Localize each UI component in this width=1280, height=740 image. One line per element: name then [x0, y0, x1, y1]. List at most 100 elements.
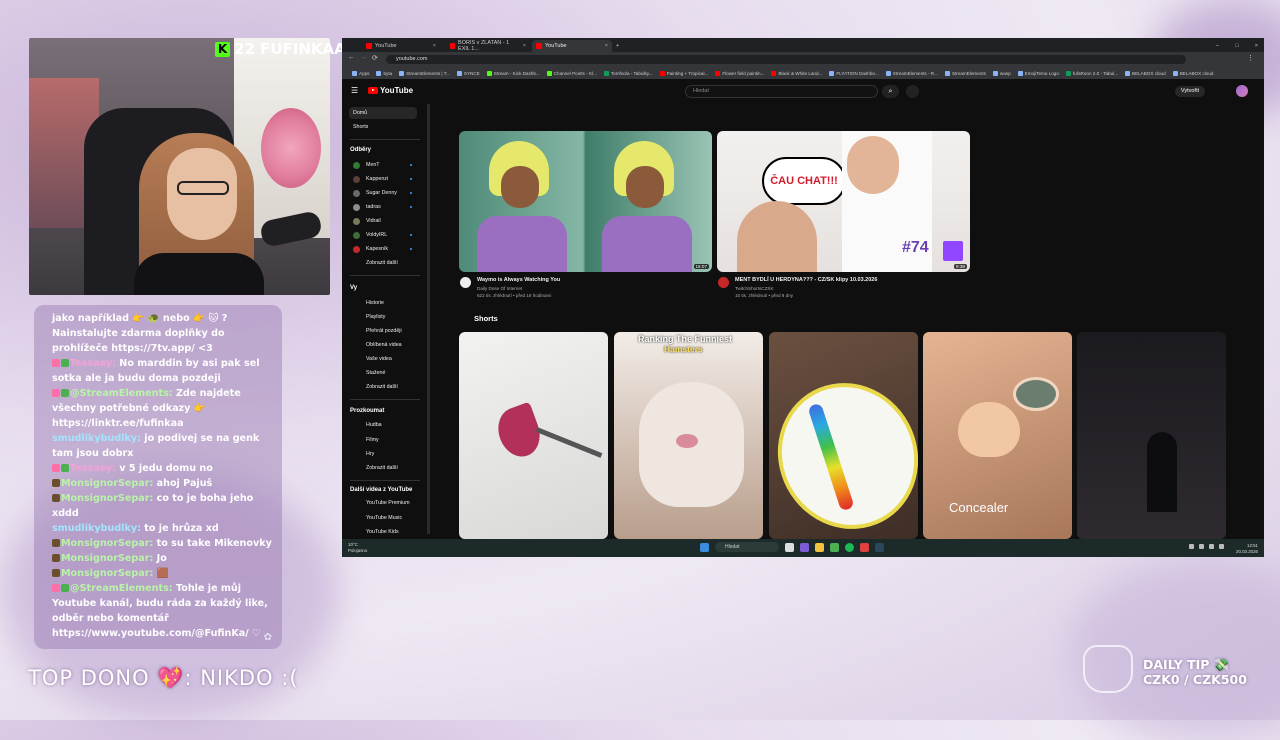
channel-avatar[interactable] — [460, 277, 471, 288]
youtube-logo[interactable]: YouTube — [368, 86, 413, 95]
chat-username[interactable]: smudlikybudlky: — [52, 523, 141, 534]
sidebar-item-subscription[interactable]: tadras — [349, 201, 417, 213]
you-header[interactable]: Vy — [350, 285, 357, 291]
taskbar-search[interactable]: Hledat — [715, 542, 779, 552]
chat-username[interactable]: MonsignorSepar: — [61, 478, 153, 489]
chat-username[interactable]: Tessaay: — [70, 463, 116, 474]
maximize-icon[interactable]: □ — [1235, 43, 1238, 49]
short-thumbnail[interactable]: Ranking The Funniest Hamsters — [614, 332, 763, 539]
tray-chevron-icon[interactable] — [1189, 544, 1194, 549]
url-input[interactable]: youtube.com — [386, 55, 1186, 64]
create-button[interactable]: Vytvořit — [1175, 86, 1205, 97]
weather-widget[interactable]: 10°C Polojasno — [348, 542, 367, 554]
bookmark[interactable]: Painting + Tropical... — [659, 70, 708, 76]
obs-icon[interactable] — [860, 542, 869, 552]
voice-search-icon[interactable] — [906, 85, 919, 98]
bookmark[interactable]: StreamElements — [944, 70, 986, 76]
close-tab-icon[interactable]: × — [605, 43, 608, 49]
chat-username[interactable]: MonsignorSepar: — [61, 568, 153, 579]
minimize-icon[interactable]: – — [1216, 43, 1219, 49]
sidebar-show-more[interactable]: Zobrazit další — [349, 462, 417, 474]
sidebar-item-subscription[interactable]: Vidrail — [349, 215, 417, 227]
bookmark[interactable]: wasp — [992, 70, 1011, 76]
windows-start-icon[interactable] — [700, 542, 709, 552]
chat-username[interactable]: @StreamElements: — [70, 583, 173, 594]
sidebar-item-downloads[interactable]: Stažené — [349, 367, 417, 379]
sidebar-item-playlists[interactable]: Playlisty — [349, 311, 417, 323]
video-thumbnail[interactable]: 15:07 — [459, 131, 712, 272]
taskbar-clock[interactable]: 12:51 20.03.2026 — [1236, 543, 1258, 555]
menu-icon[interactable]: ☰ — [351, 86, 358, 95]
bookmark[interactable]: Stream - Kick Dashb... — [486, 70, 540, 76]
sidebar-item-home[interactable]: Domů — [349, 107, 417, 119]
sidebar-item-games[interactable]: Hry — [349, 448, 417, 460]
sidebar-item-movies[interactable]: Filmy — [349, 434, 417, 446]
sidebar-item-your-videos[interactable]: Vaše videa — [349, 353, 417, 365]
sidebar-show-more[interactable]: Zobrazit další — [349, 257, 417, 269]
chat-settings-icon[interactable]: ✿ — [264, 632, 272, 643]
search-button[interactable]: ⌕ — [882, 85, 899, 98]
chat-username[interactable]: MonsignorSepar: — [61, 493, 153, 504]
task-view-icon[interactable] — [785, 542, 794, 552]
sidebar-item-music-app[interactable]: YouTube Music — [349, 512, 417, 524]
short-thumbnail[interactable] — [1077, 332, 1226, 539]
sidebar-item-subscription[interactable]: VoldyIRL — [349, 229, 417, 241]
reload-icon[interactable]: ⟳ — [372, 54, 378, 62]
video-channel[interactable]: TwitchShortsCZSK — [735, 285, 774, 292]
video-title[interactable]: MENT BYDLÍ U HERDYNA??? - CZ/SK klipy 10… — [735, 277, 877, 283]
sidebar-item-liked[interactable]: Oblíbená videa — [349, 339, 417, 351]
chat-username[interactable]: @StreamElements: — [70, 388, 173, 399]
sidebar-scrollbar[interactable] — [427, 104, 430, 534]
video-channel[interactable]: Daily Dose Of Internet — [477, 285, 522, 292]
battery-icon[interactable] — [1219, 544, 1224, 549]
bookmark[interactable]: BELABOX cloud — [1125, 70, 1166, 76]
steam-icon[interactable] — [875, 542, 884, 552]
sidebar-item-subscription[interactable]: MenT — [349, 159, 417, 171]
chat-username[interactable]: MonsignorSepar: — [61, 553, 153, 564]
bookmark[interactable]: BELABOX cloud — [1172, 70, 1213, 76]
close-tab-icon[interactable]: × — [523, 43, 526, 49]
browser-tab[interactable]: YouTube × — [362, 40, 440, 52]
new-tab-button[interactable]: + — [612, 40, 624, 52]
close-window-icon[interactable]: × — [1255, 43, 1258, 49]
bookmark[interactable]: EmojiTema Logo — [1017, 70, 1059, 76]
volume-icon[interactable] — [1209, 544, 1214, 549]
subscriptions-header[interactable]: Odběry — [350, 147, 371, 153]
file-explorer-icon[interactable] — [815, 542, 824, 552]
channel-avatar[interactable] — [718, 277, 729, 288]
bookmark[interactable]: FLYATION Dashbo... — [829, 70, 879, 76]
sidebar-item-subscription[interactable]: Kapesník — [349, 243, 417, 255]
short-thumbnail[interactable] — [769, 332, 918, 539]
browser-menu-icon[interactable]: ⋮ — [1247, 54, 1254, 62]
chat-username[interactable]: smudlikybudlky: — [52, 433, 141, 444]
bookmark[interactable]: Flower field paintin... — [715, 70, 764, 76]
bookmark[interactable]: Black & White Land... — [771, 70, 822, 76]
video-thumbnail[interactable]: ČAU CHAT!!! #74 9:39 — [717, 131, 970, 272]
bookmark[interactable]: StreamElements | T... — [399, 70, 450, 76]
bookmark[interactable]: SYNCE — [456, 70, 480, 76]
browser-tab-active[interactable]: YouTube × — [532, 40, 612, 52]
sidebar-item-shorts[interactable]: Shorts — [349, 121, 417, 133]
sidebar-item-subscription[interactable]: Kappenzi — [349, 173, 417, 185]
short-thumbnail[interactable] — [459, 332, 608, 539]
back-icon[interactable]: ← — [348, 54, 355, 61]
sidebar-item-premium[interactable]: YouTube Premium — [349, 497, 417, 509]
bookmark[interactable]: byta — [376, 70, 392, 76]
sidebar-item-watch-later[interactable]: Přehrát později — [349, 325, 417, 337]
discord-icon[interactable] — [800, 542, 809, 552]
bookmark[interactable]: Channel Points - Kl... — [546, 70, 597, 76]
account-avatar[interactable] — [1236, 85, 1248, 97]
close-tab-icon[interactable]: × — [433, 43, 436, 49]
network-icon[interactable] — [1199, 544, 1204, 549]
sidebar-item-kids[interactable]: YouTube Kids — [349, 526, 417, 538]
chrome-icon[interactable] — [830, 542, 839, 552]
video-title[interactable]: Waymo is Always Watching You — [477, 277, 560, 283]
bookmark[interactable]: Apps — [352, 70, 369, 76]
forward-icon[interactable]: → — [360, 54, 367, 61]
bookmark[interactable]: StreamElements - R... — [885, 70, 938, 76]
chat-username[interactable]: Tessaay: — [70, 358, 116, 369]
chat-username[interactable]: MonsignorSepar: — [61, 538, 153, 549]
spotify-icon[interactable] — [845, 542, 854, 552]
short-thumbnail[interactable]: Concealer — [923, 332, 1072, 539]
browser-tab[interactable]: BORIS v ZLATAN - 1 EXIL 1... × — [446, 40, 530, 52]
